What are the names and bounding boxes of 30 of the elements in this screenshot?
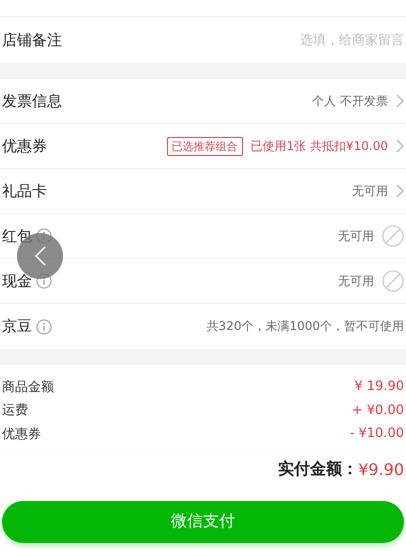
- summary-label: 优惠券: [2, 426, 41, 443]
- back-icon: [33, 245, 47, 267]
- total-label: 实付金额：: [278, 459, 358, 480]
- row-value: 无可用: [352, 182, 388, 200]
- unavailable-icon: [382, 270, 404, 292]
- row-label: 发票信息: [2, 92, 62, 110]
- summary-label: 商品金额: [2, 378, 54, 396]
- pay-button[interactable]: 微信支付: [2, 500, 404, 542]
- unavailable-icon: [382, 225, 404, 247]
- row-value: 无可用: [338, 272, 374, 290]
- chevron-right-icon: [396, 94, 404, 108]
- chevron-right-icon: [396, 139, 404, 153]
- row-label: 现金: [2, 272, 32, 290]
- total-amount: ¥9.90: [358, 460, 404, 479]
- chevron-right-icon: [396, 184, 404, 198]
- row-label: 京豆: [2, 317, 32, 336]
- row-label: 红包: [2, 226, 32, 246]
- row-label: 礼品卡: [2, 182, 47, 200]
- summary-amount: ¥ 19.90: [354, 379, 404, 394]
- recommend-tag: 已选推荐组合: [166, 136, 243, 156]
- summary-amount: + ¥0.00: [352, 402, 404, 418]
- row-label: 优惠券: [2, 136, 47, 156]
- note-field[interactable]: 选填，给商家留言: [204, 32, 404, 48]
- row-value: 个人 不开发票: [312, 92, 388, 110]
- row-label: 店铺备注: [2, 30, 62, 50]
- summary-label: 运费: [2, 402, 28, 420]
- summary-amount: - ¥10.00: [350, 426, 404, 442]
- row-value: 共320个，未满1000个，暂不可使用: [206, 318, 404, 335]
- row-value: 已使用1张 共抵扣¥10.00: [250, 138, 388, 154]
- row-value: 无可用: [338, 228, 374, 244]
